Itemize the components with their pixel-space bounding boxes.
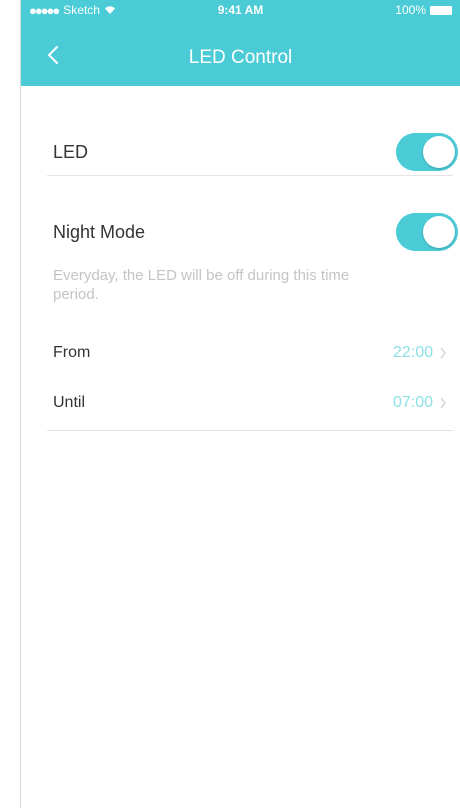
chevron-right-icon [440, 397, 446, 409]
toggle-knob [423, 136, 455, 168]
phone-screen: ●●●●● Sketch 9:41 AM 100% LED Control LE… [20, 0, 460, 808]
status-time: 9:41 AM [217, 3, 264, 17]
night-mode-row: Night Mode [53, 212, 458, 252]
night-mode-description: Everyday, the LED will be off during thi… [53, 267, 350, 303]
night-mode-label: Night Mode [53, 222, 146, 242]
battery-percent: 100% [395, 3, 426, 17]
navigation-bar: LED Control [21, 26, 460, 86]
page-title: LED Control [188, 47, 293, 68]
until-label: Until [53, 394, 86, 411]
divider [47, 175, 453, 176]
chevron-right-icon [440, 347, 446, 359]
divider [47, 430, 453, 431]
led-label: LED [53, 142, 89, 162]
battery-icon [430, 5, 452, 15]
from-time-value: 22:00 [392, 344, 433, 361]
status-right: 100% [395, 3, 452, 17]
from-time-row[interactable]: From 22:00 [53, 338, 447, 368]
night-mode-toggle[interactable] [396, 213, 458, 251]
status-bar: ●●●●● Sketch 9:41 AM 100% [21, 0, 460, 20]
led-toggle[interactable] [396, 133, 458, 171]
from-label: From [53, 344, 91, 361]
led-row: LED [53, 132, 458, 172]
until-time-row[interactable]: Until 07:00 [53, 388, 447, 418]
until-time-value: 07:00 [392, 394, 433, 411]
toggle-knob [423, 216, 455, 248]
app-header: ●●●●● Sketch 9:41 AM 100% LED Control [21, 0, 460, 86]
